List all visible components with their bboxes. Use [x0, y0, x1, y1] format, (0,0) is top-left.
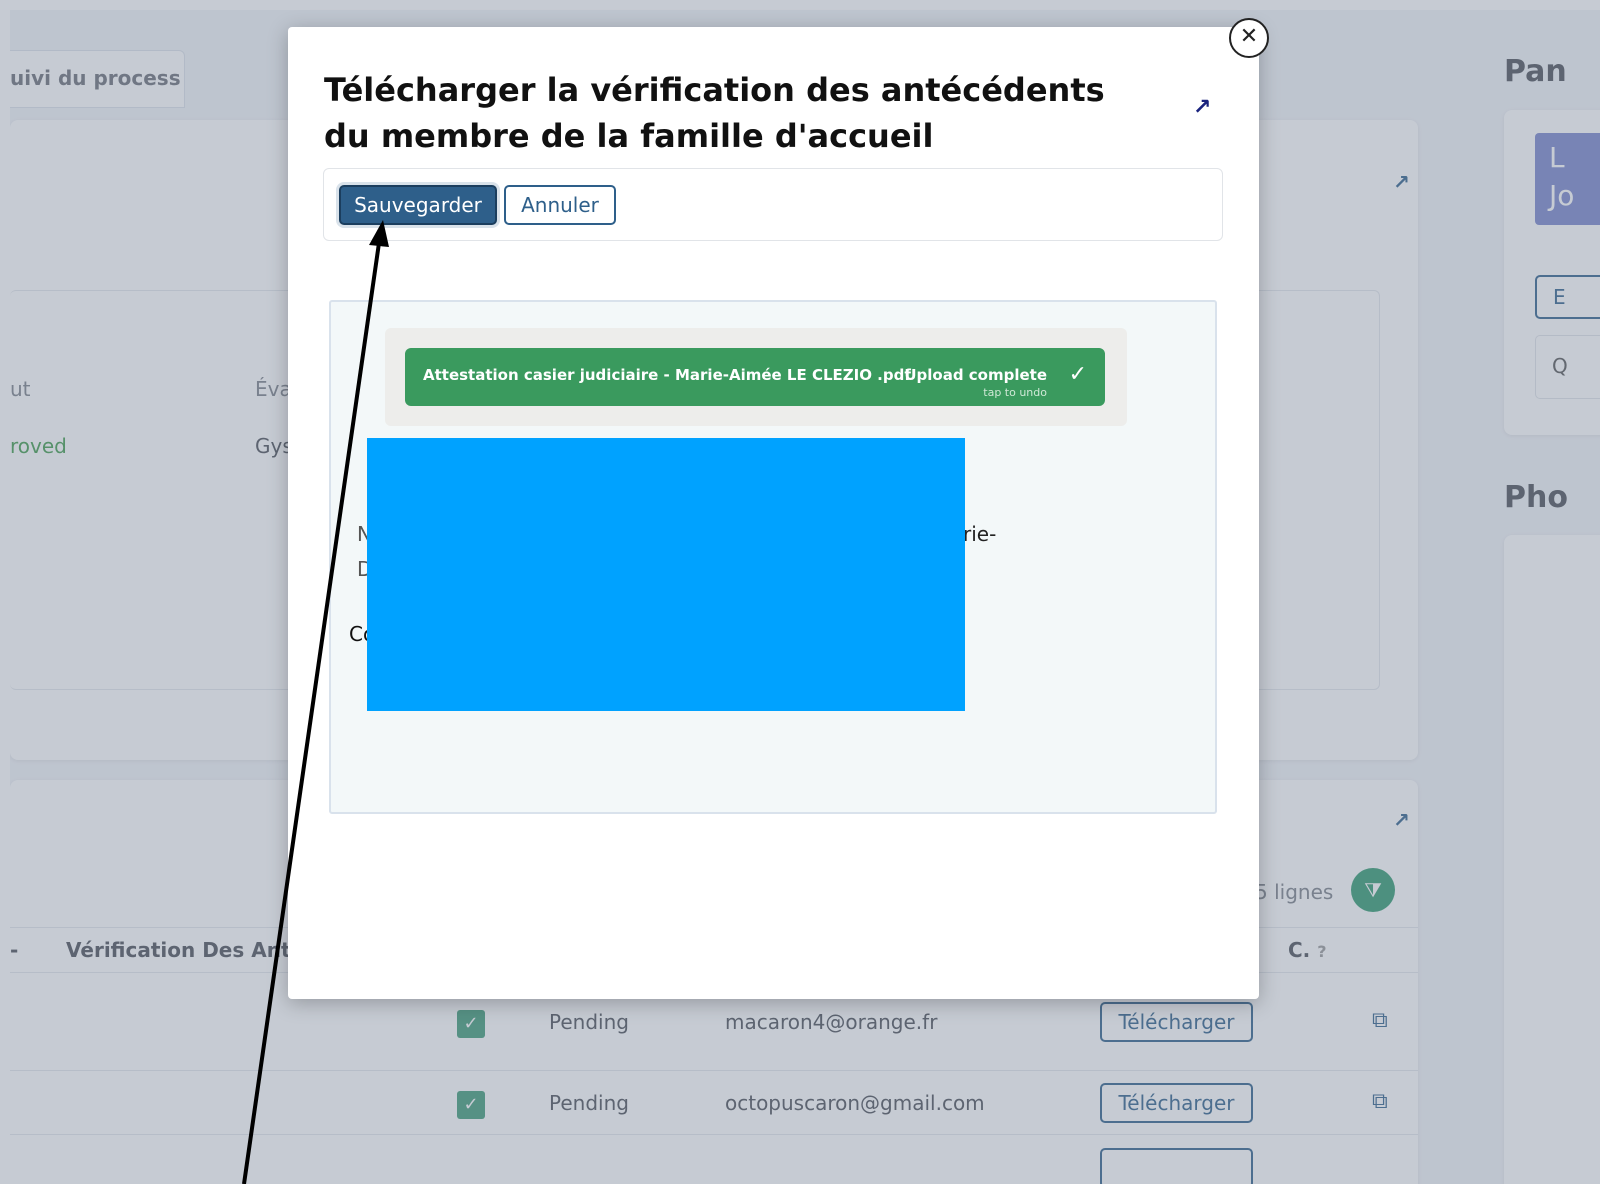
close-icon[interactable]: ✕	[1229, 18, 1269, 58]
undo-hint[interactable]: tap to undo	[983, 386, 1047, 399]
upload-status: Upload complete	[904, 366, 1047, 384]
cancel-button[interactable]: Annuler	[504, 185, 616, 225]
upload-modal: Télécharger la vérification des antécéde…	[288, 27, 1259, 999]
save-button[interactable]: Sauvegarder	[339, 185, 497, 225]
checkmark-icon: ✓	[1068, 362, 1087, 387]
partial-text: rie-	[963, 522, 997, 546]
uploaded-file-item[interactable]: Attestation casier judiciaire - Marie-Ai…	[405, 348, 1105, 406]
modal-title: Télécharger la vérification des antécéde…	[324, 71, 1105, 155]
file-name: Attestation casier judiciaire - Marie-Ai…	[423, 366, 911, 384]
modal-toolbar: Sauvegarder Annuler	[323, 168, 1223, 241]
file-item-container: Attestation casier judiciaire - Marie-Ai…	[385, 328, 1127, 426]
expand-icon[interactable]: ↗	[1193, 95, 1211, 120]
file-dropzone[interactable]: Attestation casier judiciaire - Marie-Ai…	[329, 300, 1217, 814]
redaction-block	[367, 438, 965, 711]
